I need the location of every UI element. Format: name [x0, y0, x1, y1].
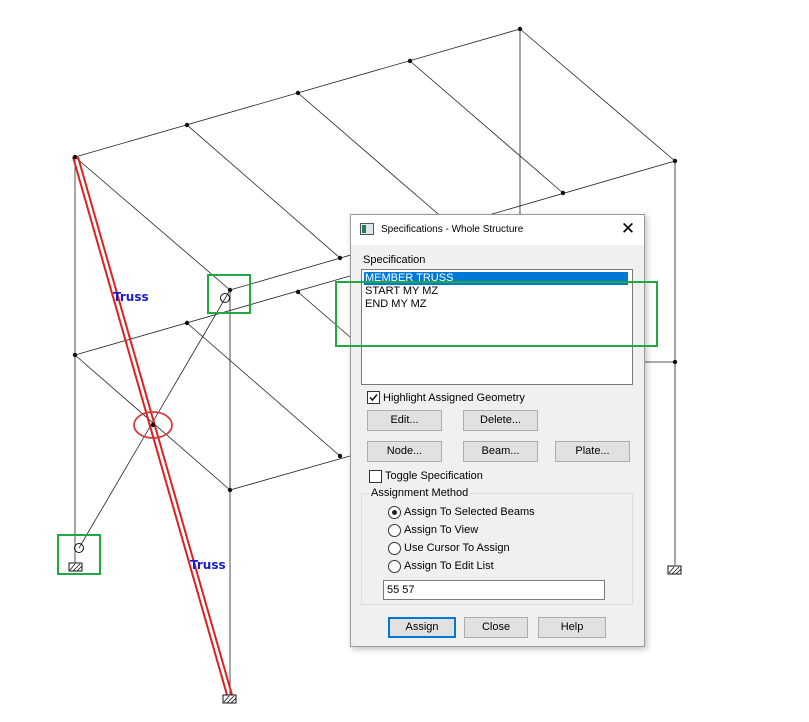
close-button[interactable]: Close: [464, 617, 528, 638]
support-icon: [667, 565, 682, 575]
radio-label: Assign To View: [404, 524, 479, 536]
toggle-specification-label: Toggle Specification: [385, 470, 483, 482]
truss-label: Truss: [113, 290, 149, 304]
beam-button[interactable]: Beam...: [463, 441, 538, 462]
radio-label: Assign To Selected Beams: [404, 506, 535, 518]
assign-to-view-radio[interactable]: [388, 524, 401, 537]
use-cursor-to-assign-radio[interactable]: [388, 542, 401, 555]
dialog-title: Specifications - Whole Structure: [381, 224, 524, 235]
edit-list-input[interactable]: 55 57: [383, 580, 605, 600]
assign-button[interactable]: Assign: [388, 617, 456, 638]
delete-button[interactable]: Delete...: [463, 410, 538, 431]
close-icon[interactable]: ✕: [616, 218, 640, 240]
assign-to-selected-beams-radio[interactable]: [388, 506, 401, 519]
node-button[interactable]: Node...: [367, 441, 442, 462]
dialog-titlebar[interactable]: Specifications - Whole Structure ✕: [351, 215, 644, 245]
toggle-specification-checkbox[interactable]: [369, 470, 382, 483]
specifications-dialog: Specifications - Whole Structure ✕ Speci…: [350, 214, 645, 647]
highlight-box-top-node: [207, 274, 251, 314]
radio-label: Use Cursor To Assign: [404, 542, 510, 554]
edit-button[interactable]: Edit...: [367, 410, 442, 431]
help-button[interactable]: Help: [538, 617, 606, 638]
highlight-assigned-label: Highlight Assigned Geometry: [383, 392, 525, 404]
app-icon: [360, 223, 374, 235]
specification-label: Specification: [363, 254, 426, 266]
checkmark-icon: [369, 394, 378, 402]
support-icon: [222, 694, 237, 704]
radio-label: Assign To Edit List: [404, 560, 494, 572]
support-icon: [68, 562, 83, 572]
highlight-assigned-checkbox[interactable]: [367, 391, 380, 404]
highlight-box-specification-list: [335, 281, 658, 347]
assign-to-edit-list-radio[interactable]: [388, 560, 401, 573]
truss-label: Truss: [190, 558, 226, 572]
assignment-method-title: Assignment Method: [369, 487, 471, 499]
plate-button[interactable]: Plate...: [555, 441, 630, 462]
